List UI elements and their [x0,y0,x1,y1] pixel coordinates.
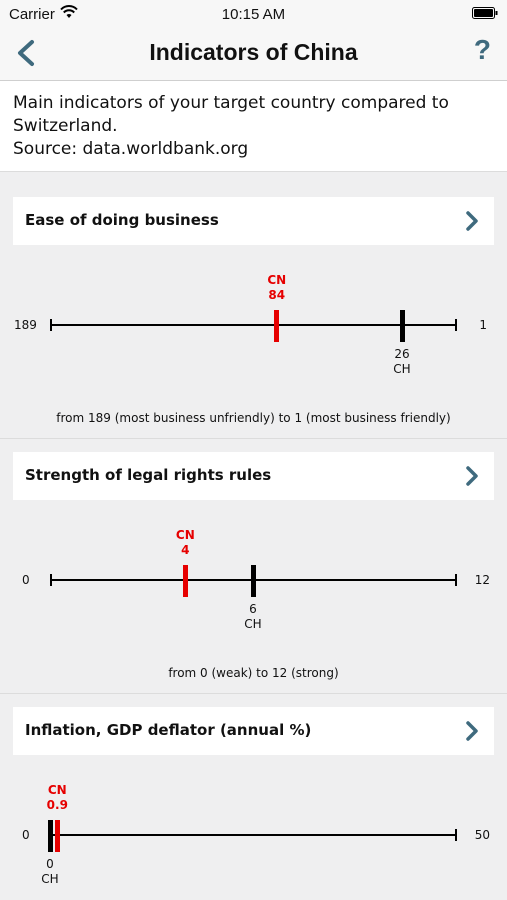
indicator-scale: 0 50 CN 0.9 0 CH [0,775,507,895]
indicator-caption: from 189 (most business unfriendly) to 1… [56,411,451,425]
battery-icon [472,7,498,19]
scale-end-label: 12 [474,573,490,587]
help-icon[interactable]: ? [474,34,491,66]
indicator-caption: from 0 (weak) to 12 (strong) [168,666,339,680]
scale-end-label: 50 [474,828,490,842]
ch-marker-label: 0 CH [20,857,80,887]
cn-marker [182,565,188,597]
navigation-bar: Indicators of China ? [0,28,507,81]
scale-end-tick [455,574,457,586]
cn-code: CN [267,273,287,287]
ch-marker-label: 26 CH [372,347,432,377]
chevron-right-icon [466,466,478,486]
indicator-row-inflation[interactable]: Inflation, GDP deflator (annual %) [13,707,494,755]
indicator-title: Inflation, GDP deflator (annual %) [25,721,312,739]
scale-start-label: 0 [22,828,30,842]
intro-panel: Main indicators of your target country c… [0,81,507,172]
scale-end-tick [455,319,457,331]
page-title: Indicators of China [149,39,358,65]
divider [0,693,507,694]
ch-value: 26 [394,347,410,361]
ch-code: CH [41,872,59,886]
intro-text: Main indicators of your target country c… [13,93,449,159]
indicator-title: Strength of legal rights rules [25,466,272,484]
scale-start-tick [50,574,52,586]
indicator-scale: 189 1 CN 84 26 CH [0,265,507,385]
ch-code: CH [244,617,262,631]
cn-marker-label: CN 4 [155,528,215,558]
status-bar: Carrier 10:15 AM [0,0,507,28]
divider [0,438,507,439]
ch-marker [250,565,256,597]
cn-value: 84 [268,288,286,302]
cn-marker [54,820,60,852]
scale-start-label: 189 [14,318,37,332]
chevron-right-icon [466,721,478,741]
cn-marker-label: CN 84 [247,273,307,303]
scale-start-tick [50,319,52,331]
cn-marker [274,310,280,342]
cn-marker-label: CN 0.9 [27,783,87,813]
ch-code: CH [393,362,411,376]
scale-end-label: 1 [479,318,487,332]
cn-code: CN [47,783,67,797]
cn-code: CN [175,528,195,542]
scale-end-tick [455,829,457,841]
ch-value: 6 [249,602,257,616]
indicator-title: Ease of doing business [25,211,219,229]
ch-value: 0 [46,857,54,871]
ch-marker [399,310,405,342]
indicator-scale: 0 12 CN 4 6 CH [0,520,507,640]
ch-marker [47,820,53,852]
scale-start-label: 0 [22,573,30,587]
indicator-row-ease-of-doing-business[interactable]: Ease of doing business [13,197,494,245]
indicator-row-legal-rights[interactable]: Strength of legal rights rules [13,452,494,500]
cn-value: 4 [181,543,190,557]
scale-axis [50,834,457,836]
cn-value: 0.9 [46,798,68,812]
ch-marker-label: 6 CH [223,602,283,632]
clock: 10:15 AM [221,6,286,23]
scale-axis [50,324,457,326]
chevron-right-icon [466,211,478,231]
